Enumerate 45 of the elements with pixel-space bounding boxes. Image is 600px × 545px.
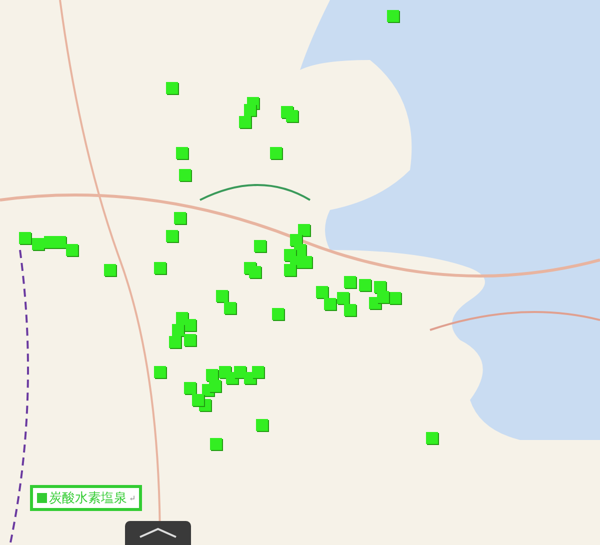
map-marker[interactable] <box>337 292 349 304</box>
map-marker[interactable] <box>284 264 296 276</box>
map-marker[interactable] <box>216 290 228 302</box>
map-marker[interactable] <box>256 419 268 431</box>
map-marker[interactable] <box>298 224 310 236</box>
map-marker[interactable] <box>389 292 401 304</box>
map-marker[interactable] <box>206 369 218 381</box>
map-marker[interactable] <box>270 147 282 159</box>
map-marker[interactable] <box>184 319 196 331</box>
map-marker[interactable] <box>19 232 31 244</box>
map-marker[interactable] <box>66 244 78 256</box>
map-marker[interactable] <box>166 230 178 242</box>
map-marker[interactable] <box>54 236 66 248</box>
map-marker[interactable] <box>316 286 328 298</box>
map-marker[interactable] <box>154 262 166 274</box>
map-marker[interactable] <box>344 276 356 288</box>
map-marker[interactable] <box>344 304 356 316</box>
map-marker[interactable] <box>32 238 44 250</box>
map-marker[interactable] <box>184 382 196 394</box>
map-marker[interactable] <box>239 116 251 128</box>
legend-label: 炭酸水素塩泉 <box>49 490 127 507</box>
map-marker[interactable] <box>272 308 284 320</box>
map-marker[interactable] <box>166 82 178 94</box>
map-marker[interactable] <box>234 366 246 378</box>
map-marker[interactable] <box>179 169 191 181</box>
map-marker[interactable] <box>169 336 181 348</box>
map-marker[interactable] <box>192 394 204 406</box>
map-marker[interactable] <box>387 10 399 22</box>
map-marker[interactable] <box>359 279 371 291</box>
map-marker[interactable] <box>224 302 236 314</box>
expand-button[interactable] <box>125 521 191 545</box>
map-marker[interactable] <box>377 291 389 303</box>
map-marker[interactable] <box>300 256 312 268</box>
map-marker[interactable] <box>176 147 188 159</box>
return-mark: ↵ <box>129 494 136 502</box>
map-marker[interactable] <box>174 212 186 224</box>
chevron-up-icon <box>138 527 178 539</box>
map-marker[interactable] <box>324 298 336 310</box>
map-marker[interactable] <box>254 240 266 252</box>
map-marker[interactable] <box>426 432 438 444</box>
map-marker[interactable] <box>210 438 222 450</box>
map-marker[interactable] <box>252 366 264 378</box>
map-marker[interactable] <box>104 264 116 276</box>
map-marker[interactable] <box>154 366 166 378</box>
map-marker[interactable] <box>184 334 196 346</box>
